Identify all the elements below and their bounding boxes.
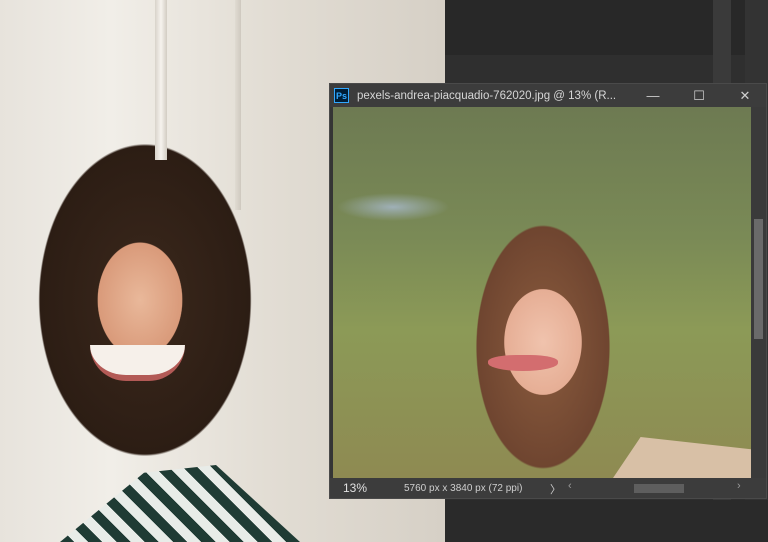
document-canvas[interactable] (333, 107, 751, 478)
zoom-level-field[interactable]: 13% (330, 481, 380, 495)
document-dimensions: 5760 px x 3840 px (72 ppi) (404, 482, 523, 494)
patterned-shirt (60, 465, 300, 542)
minimize-button[interactable]: — (630, 84, 676, 107)
vertical-scroll-thumb[interactable] (754, 219, 763, 339)
canvas-coat (613, 437, 751, 478)
vertical-scrollbar[interactable] (751, 107, 766, 478)
close-button[interactable]: ✕ (722, 84, 768, 107)
canvas-lips (488, 355, 558, 371)
document-window[interactable]: Ps pexels-andrea-piacquadio-762020.jpg @… (329, 83, 767, 499)
status-bar: 13% 5760 px x 3840 px (72 ppi) 〉 ‹ › (330, 478, 766, 498)
document-title: pexels-andrea-piacquadio-762020.jpg @ 13… (357, 89, 617, 102)
workspace-bottom-band (445, 500, 768, 542)
photoshop-icon: Ps (334, 88, 349, 103)
maximize-button[interactable]: ☐ (676, 84, 722, 107)
smile (90, 345, 185, 381)
door-frame-edge (235, 0, 241, 210)
horizontal-scroll-thumb[interactable] (634, 484, 684, 493)
horizontal-scrollbar[interactable]: ‹ › (562, 480, 752, 494)
scroll-left-icon[interactable]: ‹ (568, 480, 572, 492)
door-frame (155, 0, 167, 160)
document-titlebar[interactable]: Ps pexels-andrea-piacquadio-762020.jpg @… (330, 84, 766, 107)
scroll-right-icon[interactable]: › (737, 480, 741, 492)
status-menu-arrow-icon[interactable]: 〉 (550, 481, 561, 497)
